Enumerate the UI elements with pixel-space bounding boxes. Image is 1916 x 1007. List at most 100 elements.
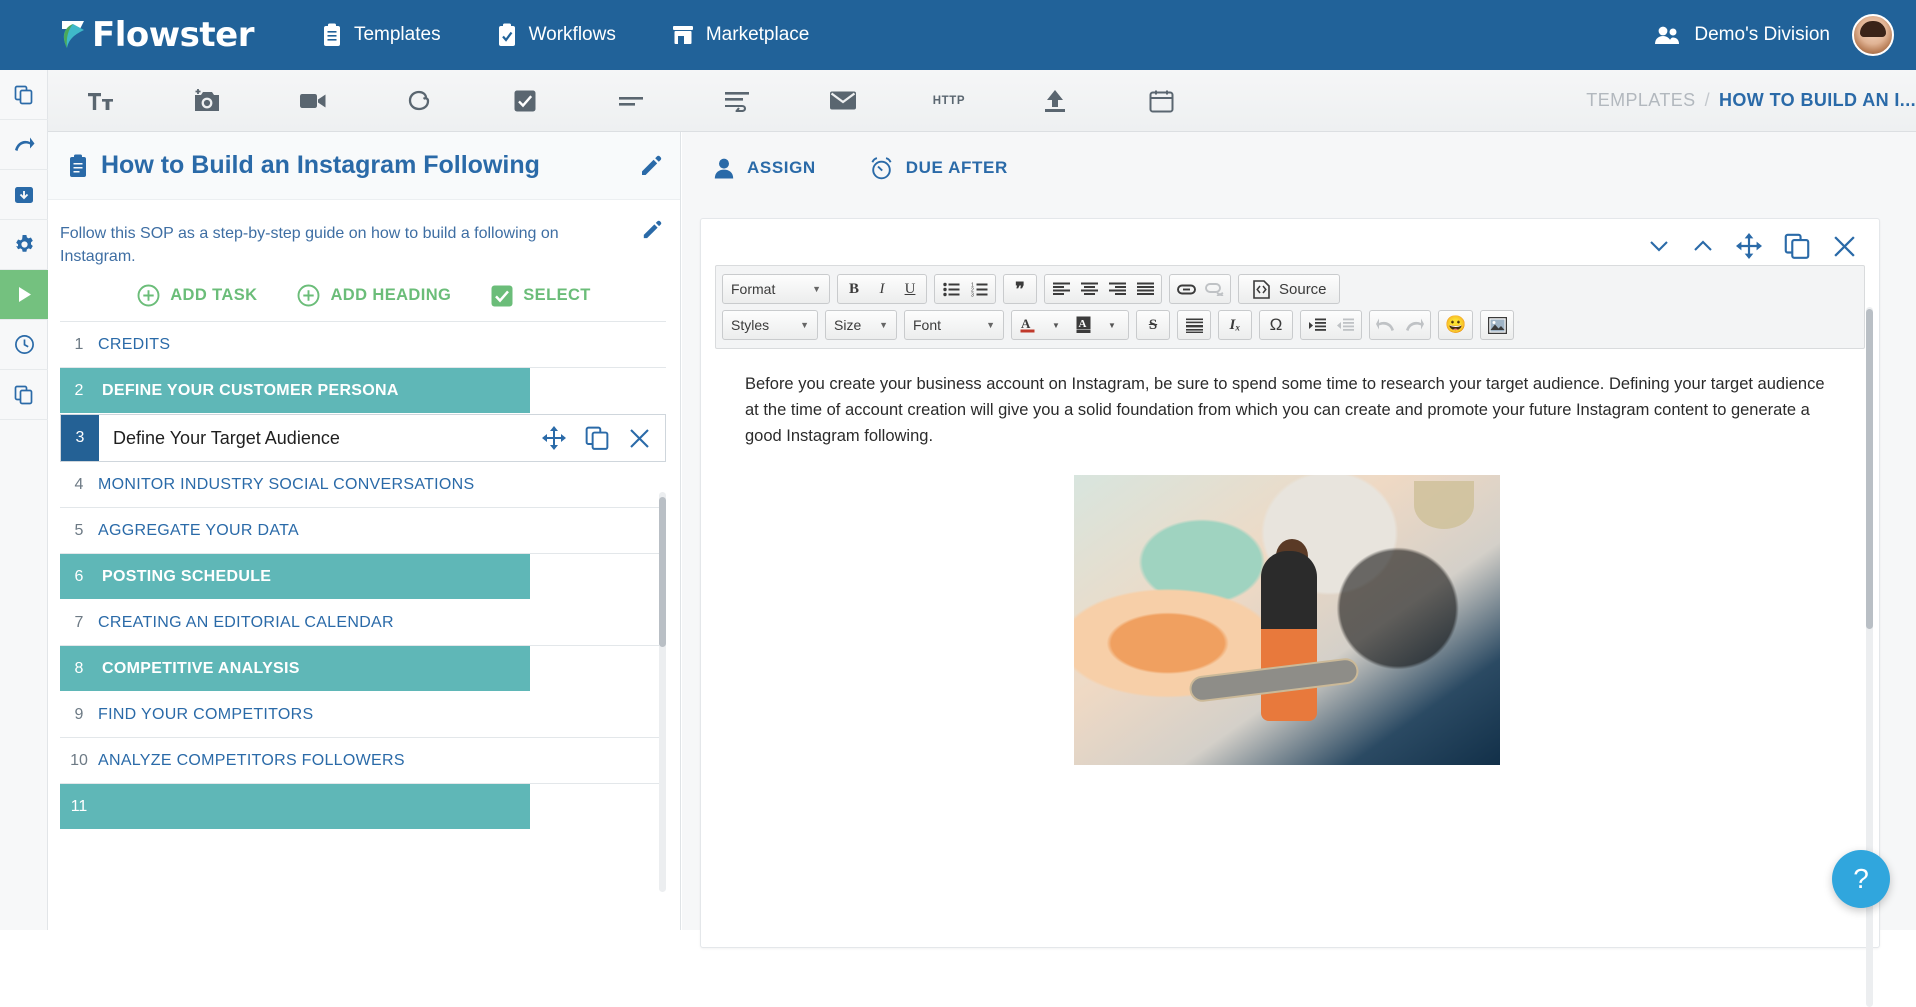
insert-date-button[interactable] [1108, 71, 1214, 131]
add-heading-button[interactable]: ADD HEADING [297, 284, 451, 307]
rail-item-archive[interactable] [0, 170, 48, 220]
close-icon[interactable] [1832, 234, 1857, 259]
align-center-icon[interactable] [1075, 276, 1103, 302]
insert-attachment-button[interactable] [366, 71, 472, 131]
remove-format-group: Iₓ [1218, 310, 1252, 340]
background-color-icon[interactable]: A [1070, 312, 1098, 338]
table-row[interactable]: 11 [60, 784, 666, 831]
table-row[interactable]: 1 CREDITS [60, 322, 666, 369]
chevron-down-icon[interactable]: ▼ [1098, 312, 1126, 338]
task-label: CREATING AN EDITORIAL CALENDAR [98, 613, 394, 631]
breadcrumb-parent[interactable]: TEMPLATES [1586, 90, 1695, 111]
table-row[interactable]: 7 CREATING AN EDITORIAL CALENDAR [60, 600, 666, 647]
undo-icon[interactable] [1372, 312, 1400, 338]
increase-indent-icon[interactable] [1303, 312, 1331, 338]
horizontal-rule-icon[interactable] [1180, 312, 1208, 338]
bulleted-list-icon[interactable] [937, 276, 965, 302]
text-color-icon[interactable]: A [1014, 312, 1042, 338]
size-combo[interactable]: Size ▼ [825, 310, 897, 340]
table-row[interactable]: 2 DEFINE YOUR CUSTOMER PERSONA [60, 368, 666, 415]
strikethrough-icon[interactable]: S [1139, 312, 1167, 338]
due-after-button[interactable]: DUE AFTER [870, 156, 1008, 180]
remove-format-icon[interactable]: Iₓ [1221, 312, 1249, 338]
nav-item-workflows[interactable]: Workflows [497, 23, 616, 47]
toolbar-row-2: Styles ▼ Size ▼ Font ▼ A ▼ A ▼ S Iₓ Ω 😀 [720, 307, 1860, 343]
table-row[interactable]: 4 MONITOR INDUSTRY SOCIAL CONVERSATIONS [60, 462, 666, 509]
rail-item-copy[interactable] [0, 70, 48, 120]
align-right-icon[interactable] [1103, 276, 1131, 302]
duplicate-icon[interactable] [1784, 233, 1810, 259]
insert-text-button[interactable] [48, 71, 154, 131]
insert-long-text-button[interactable] [684, 71, 790, 131]
division-selector[interactable]: Demo's Division [1654, 24, 1830, 46]
insert-photo-button[interactable] [154, 71, 260, 131]
rich-text-content[interactable]: Before you create your business account … [701, 349, 1879, 766]
close-icon[interactable] [628, 427, 651, 450]
task-label: ANALYZE COMPETITORS FOLLOWERS [98, 751, 405, 769]
rail-item-duplicate[interactable] [0, 370, 48, 420]
insert-email-button[interactable] [790, 71, 896, 131]
chevron-down-icon[interactable] [1648, 238, 1670, 254]
duplicate-icon[interactable] [585, 426, 609, 451]
insert-checkbox-button[interactable] [472, 71, 578, 131]
blockquote-icon[interactable]: ❞ [1006, 276, 1034, 302]
heading-bar-end [530, 554, 666, 600]
unlink-icon[interactable] [1200, 276, 1228, 302]
task-list-scrollbar-thumb[interactable] [659, 497, 666, 647]
move-icon[interactable] [1736, 233, 1762, 259]
special-character-icon[interactable]: Ω [1262, 312, 1290, 338]
editor-scrollbar-thumb[interactable] [1866, 309, 1873, 629]
emoji-icon[interactable]: 😀 [1441, 312, 1470, 338]
video-camera-icon [299, 91, 327, 111]
insert-short-text-button[interactable] [578, 71, 684, 131]
format-combo[interactable]: Format ▼ [722, 274, 830, 304]
chevron-down-icon[interactable]: ▼ [1042, 312, 1070, 338]
avatar[interactable] [1852, 14, 1894, 56]
table-row[interactable]: 6 POSTING SCHEDULE [60, 554, 666, 601]
edit-description-pencil-icon[interactable] [642, 220, 662, 240]
brand-logo[interactable]: Flowster [58, 15, 254, 55]
toolbar-row-1: Format ▼ B I U 1 2 3 ❞ Source [720, 271, 1860, 307]
store-icon [672, 24, 694, 46]
italic-icon[interactable]: I [868, 276, 896, 302]
align-justify-icon[interactable] [1131, 276, 1159, 302]
checkbox-icon [513, 89, 537, 113]
assign-button[interactable]: ASSIGN [714, 158, 816, 179]
table-row[interactable]: 10 ANALYZE COMPETITORS FOLLOWERS [60, 738, 666, 785]
table-row[interactable]: 5 AGGREGATE YOUR DATA [60, 508, 666, 555]
align-left-icon[interactable] [1047, 276, 1075, 302]
nav-item-templates[interactable]: Templates [322, 23, 441, 47]
select-button[interactable]: SELECT [491, 285, 591, 307]
insert-upload-button[interactable] [1002, 71, 1108, 131]
edit-title-pencil-icon[interactable] [640, 155, 662, 177]
insert-image-icon[interactable] [1483, 312, 1511, 338]
font-combo[interactable]: Font ▼ [904, 310, 1004, 340]
source-label[interactable]: Source [1275, 276, 1331, 302]
link-icon[interactable] [1172, 276, 1200, 302]
underline-icon[interactable]: U [896, 276, 924, 302]
emoji-group: 😀 [1438, 310, 1474, 340]
rail-item-redo[interactable] [0, 120, 48, 170]
insert-video-button[interactable] [260, 71, 366, 131]
rail-item-run[interactable] [0, 270, 48, 320]
move-icon[interactable] [542, 426, 566, 451]
styles-combo[interactable]: Styles ▼ [722, 310, 818, 340]
decrease-indent-icon[interactable] [1331, 312, 1359, 338]
breadcrumb-current: HOW TO BUILD AN I... [1719, 90, 1916, 110]
numbered-list-icon[interactable]: 1 2 3 [965, 276, 993, 302]
table-row[interactable]: 8 COMPETITIVE ANALYSIS [60, 646, 666, 693]
nav-item-marketplace[interactable]: Marketplace [672, 24, 809, 46]
rail-item-history[interactable] [0, 320, 48, 370]
card-tools [701, 219, 1879, 265]
bold-icon[interactable]: B [840, 276, 868, 302]
insert-http-button[interactable]: HTTP [896, 71, 1002, 131]
help-button[interactable]: ? [1832, 850, 1890, 908]
rail-item-settings[interactable] [0, 220, 48, 270]
add-task-button[interactable]: ADD TASK [137, 284, 257, 307]
table-row[interactable]: 9 FIND YOUR COMPETITORS [60, 692, 666, 739]
editor-embedded-image[interactable] [1074, 475, 1500, 766]
redo-icon[interactable] [1400, 312, 1428, 338]
table-row-editing[interactable]: 3 [60, 414, 666, 463]
task-title-input[interactable] [99, 426, 542, 450]
chevron-up-icon[interactable] [1692, 238, 1714, 254]
